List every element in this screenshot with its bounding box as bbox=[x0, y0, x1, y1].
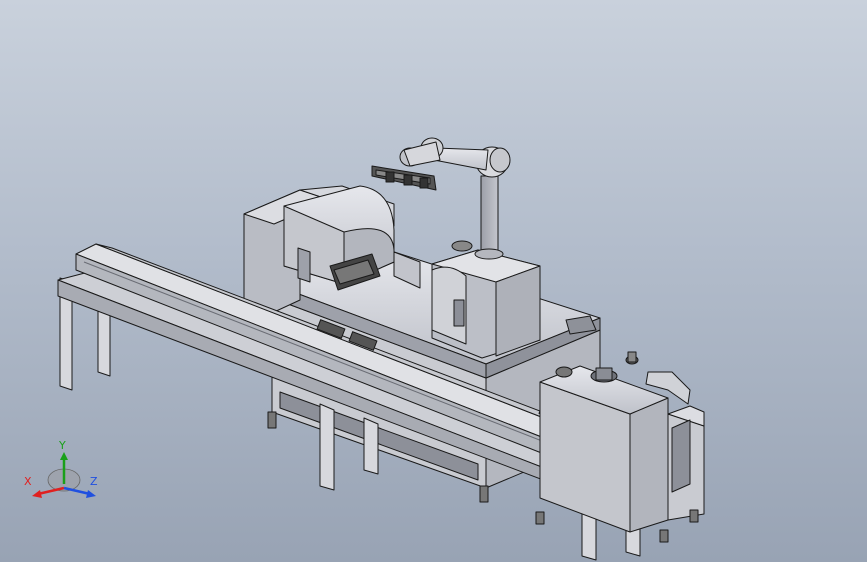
coordinate-triad: X Y Z bbox=[22, 440, 106, 504]
triad-x-label: X bbox=[24, 475, 32, 488]
robot-column bbox=[480, 175, 499, 255]
triad-z-arrow bbox=[86, 490, 96, 498]
right-enclosure bbox=[431, 249, 541, 359]
triad-y-arrow bbox=[60, 452, 68, 460]
conveyor-machine-assembly-model[interactable] bbox=[0, 0, 867, 562]
triad-y-label: Y bbox=[59, 439, 66, 452]
triad-axes bbox=[32, 452, 96, 498]
triad-z-label: Z bbox=[90, 475, 98, 488]
3d-graphics-viewport[interactable]: X Y Z bbox=[0, 0, 867, 562]
triad-x-arrow bbox=[32, 490, 42, 498]
